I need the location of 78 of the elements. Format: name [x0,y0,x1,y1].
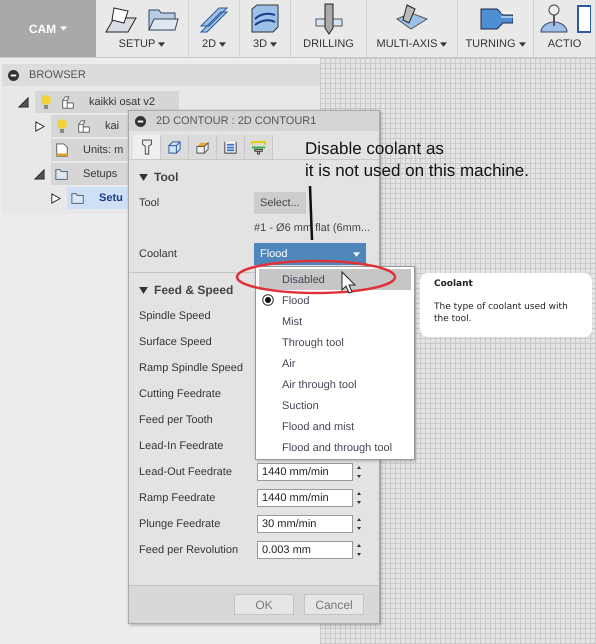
menu-option[interactable]: Air through tool [259,374,411,395]
leader-line [308,186,314,240]
ribbon-menu-label[interactable]: 3D [250,38,280,50]
joystick-icon[interactable] [538,4,568,34]
field-label: Lead-Out Feedrate [138,466,233,478]
menu-option[interactable]: Flood [259,290,411,311]
field-label: Ramp Spindle Speed [138,362,244,374]
field-label: Ramp Feedrate [138,492,216,504]
tooltip-text: The type of coolant used with the tool. [434,301,569,326]
folder-icon [71,190,85,206]
cube-icon [167,140,182,154]
tool-bit-icon [140,139,154,155]
expanded-icon[interactable] [18,96,29,108]
ribbon-menu-label[interactable]: MULTI-AXIS [374,38,450,50]
heights-tab[interactable] [189,135,217,159]
field-label: Coolant [138,248,178,260]
annotation-text: it is not used on this machine. [305,160,529,182]
field-label: Cutting Feedrate [138,388,222,400]
menu-option[interactable]: Flood and through tool [259,437,411,458]
collapsed-icon[interactable] [50,192,61,204]
component-icon [77,118,91,134]
component-icon [61,94,75,110]
field-label: Feed per Tooth [138,414,214,426]
passes-tab[interactable] [217,135,245,159]
collapse-icon[interactable] [8,70,19,80]
ribbon-menu-label[interactable]: SETUP [116,38,168,50]
menu-option[interactable]: Air [259,353,411,374]
number-field[interactable]: 30 mm/min [257,515,353,533]
radio-icon [262,294,274,306]
ribbon-menu-label[interactable]: TURNING [463,38,528,50]
collapse-icon[interactable] [135,116,146,126]
section-toggle-icon[interactable] [139,174,148,180]
spinner-icon[interactable] [356,464,362,480]
caret-icon [353,252,360,256]
linking-tab[interactable] [245,135,273,159]
document-icon[interactable] [576,4,590,34]
field-label: Lead-In Feedrate [138,440,224,452]
field-label: Surface Speed [138,336,213,348]
field-label: Spindle Speed [138,310,212,322]
number-field[interactable]: 0.003 mm [257,541,353,559]
panel-title: BROWSER [29,69,86,81]
ribbon-menu-label[interactable]: DRILLING [301,38,356,50]
menu-option[interactable]: Flood and mist [259,416,411,437]
linking-icon [250,140,267,154]
expanded-icon[interactable] [34,168,45,180]
ribbon-menu-label[interactable]: 2D [200,38,228,50]
annotation-text: Disable coolant as [305,138,445,160]
folder-icon [55,166,69,182]
stock-icon [195,140,210,154]
field-label: Feed per Revolution [138,544,240,556]
spinner-icon[interactable] [356,490,362,506]
section-title: Feed & Speed [154,283,234,297]
dialog-title: 2D CONTOUR : 2D CONTOUR1 [156,115,316,127]
tooltip-title: Coolant [434,279,474,289]
ribbon-menu-label[interactable]: ACTIO [546,38,584,50]
list-icon [223,140,238,154]
collapsed-icon[interactable] [34,120,45,132]
menu-option[interactable]: Disabled [259,269,411,290]
select-tool-button[interactable]: Select... [254,192,306,214]
ok-button[interactable]: OK [234,594,294,615]
drill-icon[interactable] [312,3,344,35]
menu-option[interactable]: Mist [259,311,411,332]
section-toggle-icon[interactable] [139,286,148,294]
section-title: Tool [154,170,178,184]
tree-item[interactable]: kaikki osat v2 [35,91,180,113]
number-field[interactable]: 1440 mm/min [257,463,353,481]
tool-tab[interactable] [133,135,161,159]
menu-option[interactable]: Suction [259,395,411,416]
mouse-pointer-icon [342,270,356,294]
geometry-tab[interactable] [161,135,189,159]
spinner-icon[interactable] [356,516,362,532]
number-field[interactable]: 1440 mm/min [257,489,353,507]
cancel-button[interactable]: Cancel [304,594,364,615]
field-label: Plunge Feedrate [138,518,222,530]
menu-option[interactable]: Through tool [259,332,411,353]
document-icon [55,142,69,158]
spinner-icon[interactable] [356,542,362,558]
toolpath-3d-icon[interactable] [249,3,281,35]
